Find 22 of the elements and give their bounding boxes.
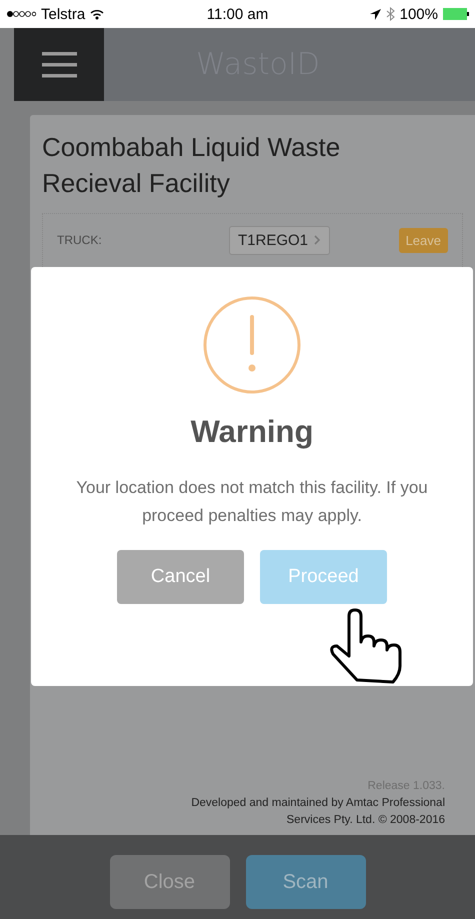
scan-button[interactable]: Scan xyxy=(246,855,366,909)
carrier-name: Telstra xyxy=(41,6,86,22)
chevron-icon xyxy=(314,235,322,245)
bluetooth-icon xyxy=(386,7,395,21)
clock-time: 11:00 am xyxy=(206,6,270,22)
battery-icon xyxy=(442,8,469,20)
wifi-icon xyxy=(90,8,104,20)
menu-button[interactable] xyxy=(14,28,104,101)
credit-text: Developed and maintained by Amtac Professional Services Pty. Ltd. © 2008-2016 xyxy=(190,796,445,828)
dialog-message: Your location does not match this facility. If you proceed penalties may apply. xyxy=(75,477,429,527)
leave-button[interactable]: Leave xyxy=(398,228,448,252)
location-arrow-icon xyxy=(370,8,381,20)
signal-icon xyxy=(6,10,36,18)
proceed-button[interactable]: Proceed xyxy=(260,550,387,604)
facility-title: Coombabah Liquid Waste Recieval Facility xyxy=(42,131,342,200)
dialog-title: Warning xyxy=(190,414,314,450)
truck-selector[interactable]: T1REGO1 xyxy=(229,226,330,254)
warning-icon xyxy=(203,296,301,394)
menu-icon xyxy=(42,52,76,78)
field-label: TRUCK: xyxy=(57,233,103,247)
battery-percent: 100% xyxy=(400,6,438,22)
cancel-button[interactable]: Cancel xyxy=(117,550,244,604)
